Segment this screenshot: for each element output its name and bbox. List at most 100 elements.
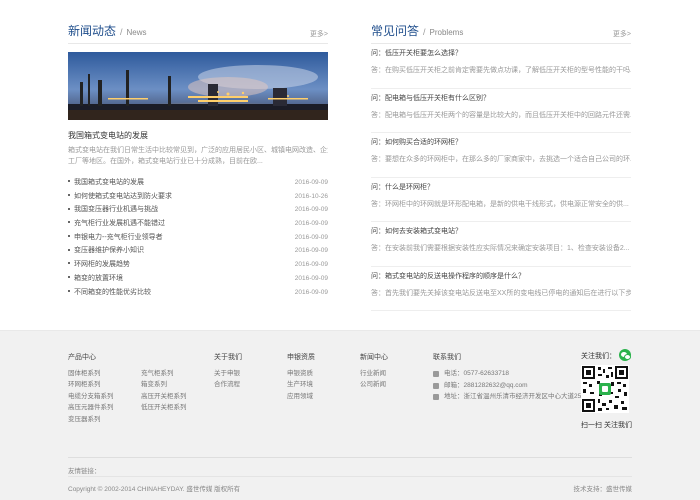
site-footer: 产品中心 固体柜系列 环网柜系列 电缆分支箱系列 高压元器件系列 变压器系列 充… xyxy=(0,330,700,500)
friend-links-label: 友情链接： xyxy=(68,468,101,475)
footer-link[interactable]: 关于申银 xyxy=(214,368,242,379)
faq-item[interactable]: 问：配电箱与低压开关柜有什么区别？ 答：配电箱与低压开关柜两个的容量是比较大的，而… xyxy=(371,89,631,133)
contact-address: 地址：浙江省温州乐清市经济开发区中心大道251号 xyxy=(433,391,591,403)
footer-link[interactable]: 合作流程 xyxy=(214,379,242,390)
faq-answer: 答：配电箱与低压开关柜两个的容量是比较大的，而且低压开关柜中的回路元件还需... xyxy=(371,111,631,119)
faq-item[interactable]: 问：什么是环网柜？ 答：环网柜中的环网就是环形配电箱，是新的供电干线形式，供电源正… xyxy=(371,178,631,222)
news-item-title[interactable]: 变压器维护保养小知识 xyxy=(74,247,144,254)
faq-item[interactable]: 问：低压开关柜要怎么选择？ 答：在购买低压开关柜之前肯定需要先做点功课，了解低压开… xyxy=(371,44,631,89)
news-list-item[interactable]: 如何使箱式变电站达到防火要求 2016-10-26 xyxy=(68,190,328,204)
follow-us-label: 关注我们： xyxy=(581,353,616,360)
faq-item[interactable]: 问：如何去安装箱式变电站？ 答：在安装前我们需要根据安装性应实际情况来确定安装项目… xyxy=(371,222,631,267)
bullet xyxy=(68,248,70,251)
faq-question[interactable]: 问：配电箱与低压开关柜有什么区别？ xyxy=(371,94,631,104)
faq-section-title: 常见问答 / Problems xyxy=(371,24,463,40)
summary-line: 箱式变电站在我们日常生活中比较常见到，广泛的应用居民小区、城镇电网改造、企业 xyxy=(68,147,328,154)
footer-link[interactable]: 固体柜系列 xyxy=(68,368,114,379)
footer-link[interactable]: 环网柜系列 xyxy=(68,379,114,390)
footer-link[interactable]: 生产环境 xyxy=(287,379,315,390)
footer-link[interactable]: 高压元器件系列 xyxy=(68,402,114,413)
bullet xyxy=(68,234,70,237)
news-list-item[interactable]: 变压器维护保养小知识 2016-09-09 xyxy=(68,244,328,258)
footer-heading: 申银资质 xyxy=(287,354,315,361)
faq-question[interactable]: 问：箱式变电站的反送电操作程序的顺序是什么？ xyxy=(371,272,631,282)
bullet xyxy=(68,193,70,196)
footer-link[interactable]: 应用领域 xyxy=(287,391,315,402)
footer-divider xyxy=(68,476,632,477)
news-item-title[interactable]: 充气柜行业发展机遇不能错过 xyxy=(74,220,165,227)
summary-line: 工厂等地区。在国外，箱式变电站行业已十分成熟，目前在欧... xyxy=(68,158,263,165)
news-list-item[interactable]: 申银电力--充气柜行业领导者 2016-09-09 xyxy=(68,231,328,245)
copyright-text: Copyright © 2002-2014 CHINAHEYDAY. 盛世传媒 … xyxy=(68,486,241,493)
featured-news-summary: 箱式变电站在我们日常生活中比较常见到，广泛的应用居民小区、城镇电网改造、企业 工… xyxy=(68,145,328,167)
news-list-item[interactable]: 环网柜的发展趋势 2016-09-09 xyxy=(68,258,328,272)
title-separator: / xyxy=(423,27,426,37)
news-header: 新闻动态 / News 更多> xyxy=(68,0,328,44)
qr-code-image xyxy=(581,365,629,413)
qr-code xyxy=(581,365,629,413)
news-item-title[interactable]: 我国箱式变电站的发展 xyxy=(74,179,144,186)
footer-link[interactable]: 行业新闻 xyxy=(360,368,388,379)
news-item-date: 2016-09-09 xyxy=(294,220,328,228)
footer-link[interactable]: 电缆分支箱系列 xyxy=(68,391,114,402)
footer-link[interactable]: 申银资质 xyxy=(287,368,315,379)
news-item-title[interactable]: 我国变压器行业机遇与挑战 xyxy=(74,206,158,213)
faq-answer: 答：首先我们要先关掉该变电站反送电至XX所的变电线已停电的通知后在进行以下步..… xyxy=(371,289,631,297)
footer-link[interactable]: 箱变系列 xyxy=(141,379,187,390)
news-more-link[interactable]: 更多> xyxy=(310,29,328,39)
footer-heading: 产品中心 xyxy=(68,354,96,361)
faq-question[interactable]: 问：低压开关柜要怎么选择？ xyxy=(371,49,631,59)
news-item-title[interactable]: 环网柜的发展趋势 xyxy=(74,261,130,268)
faq-header: 常见问答 / Problems 更多> xyxy=(371,0,631,44)
news-title-cn: 新闻动态 xyxy=(68,24,117,38)
footer-heading: 关于我们 xyxy=(214,354,242,361)
news-section: 新闻动态 / News 更多> 我国箱式变电站的发展 箱式变电站在我们日常生活中… xyxy=(68,0,328,296)
contact-email-text[interactable]: 邮箱：2881282632@qq.com xyxy=(444,382,528,389)
faq-answer: 答：环网柜中的环网就是环形配电箱，是新的供电干线形式，供电源正常安全的供... xyxy=(371,200,629,208)
news-item-title[interactable]: 箱变的放置环境 xyxy=(74,275,123,282)
footer-link[interactable]: 变压器系列 xyxy=(68,414,114,425)
contact-email: 邮箱：2881282632@qq.com xyxy=(433,380,591,392)
faq-answer: 答：在安装前我们需要根据安装性应实际情况来确定安装项目：1、检查安装设备2... xyxy=(371,245,630,252)
location-icon xyxy=(433,394,439,401)
tech-support-text[interactable]: 技术支持：盛世传媒 xyxy=(574,483,633,493)
news-item-title[interactable]: 不同箱变的性能优劣比较 xyxy=(74,289,151,296)
footer-products: 产品中心 固体柜系列 环网柜系列 电缆分支箱系列 高压元器件系列 变压器系列 xyxy=(68,353,114,425)
mail-icon xyxy=(433,382,439,389)
news-item-title[interactable]: 申银电力--充气柜行业领导者 xyxy=(74,234,163,241)
featured-news-title[interactable]: 我国箱式变电站的发展 xyxy=(68,131,328,141)
contact-phone-text: 电话：0577-62633718 xyxy=(444,370,510,377)
faq-item[interactable]: 问：箱式变电站的反送电操作程序的顺序是什么？ 答：首先我们要先关掉该变电站反送电至… xyxy=(371,267,631,311)
faq-question[interactable]: 问：如何去安装箱式变电站？ xyxy=(371,227,631,237)
news-item-title[interactable]: 如何使箱式变电站达到防火要求 xyxy=(74,193,172,200)
title-separator: / xyxy=(120,27,123,37)
faq-item[interactable]: 问：如何购买合适的环网柜？ 答：要想在众多的环网柜中，在那么多的厂家商家中，去挑选… xyxy=(371,133,631,178)
footer-products-more: 充气柜系列 箱变系列 高压开关柜系列 低压开关柜系列 xyxy=(141,368,187,414)
faq-more-link[interactable]: 更多> xyxy=(613,29,631,39)
news-item-date: 2016-09-09 xyxy=(294,179,328,186)
industrial-night-photo xyxy=(68,52,328,120)
bullet xyxy=(68,275,70,278)
faq-answer: 答：要想在众多的环网柜中，在那么多的厂家商家中，去挑选一个适合自己公司的环... xyxy=(371,156,631,163)
news-list-item[interactable]: 我国变压器行业机遇与挑战 2016-09-09 xyxy=(68,203,328,217)
news-list-item[interactable]: 箱变的放置环境 2016-09-09 xyxy=(68,272,328,286)
faq-question[interactable]: 问：如何购买合适的环网柜？ xyxy=(371,138,631,148)
footer-link[interactable]: 低压开关柜系列 xyxy=(141,402,187,413)
news-item-date: 2016-09-09 xyxy=(294,261,328,269)
footer-news-center: 新闻中心 行业新闻 公司新闻 xyxy=(360,353,388,391)
faq-title-cn: 常见问答 xyxy=(371,24,420,38)
wechat-icon[interactable] xyxy=(619,349,631,361)
footer-about: 关于我们 关于申银 合作流程 xyxy=(214,353,242,391)
news-list-item[interactable]: 充气柜行业发展机遇不能错过 2016-09-09 xyxy=(68,217,328,231)
news-list-item[interactable]: 不同箱变的性能优劣比较 2016-09-09 xyxy=(68,286,328,300)
faq-question[interactable]: 问：什么是环网柜？ xyxy=(371,183,631,193)
footer-link[interactable]: 充气柜系列 xyxy=(141,368,187,379)
footer-link[interactable]: 高压开关柜系列 xyxy=(141,391,187,402)
footer-contact: 联系我们 电话：0577-62633718 邮箱：2881282632@qq.c… xyxy=(433,353,591,403)
footer-divider xyxy=(68,457,632,458)
footer-link[interactable]: 公司新闻 xyxy=(360,379,388,390)
news-list: 我国箱式变电站的发展 2016-09-09 如何使箱式变电站达到防火要求 2016-… xyxy=(68,176,328,299)
featured-news-image[interactable] xyxy=(68,52,328,120)
scan-follow-label: 扫一扫 关注我们 xyxy=(581,422,632,429)
news-list-item[interactable]: 我国箱式变电站的发展 2016-09-09 xyxy=(68,176,328,190)
